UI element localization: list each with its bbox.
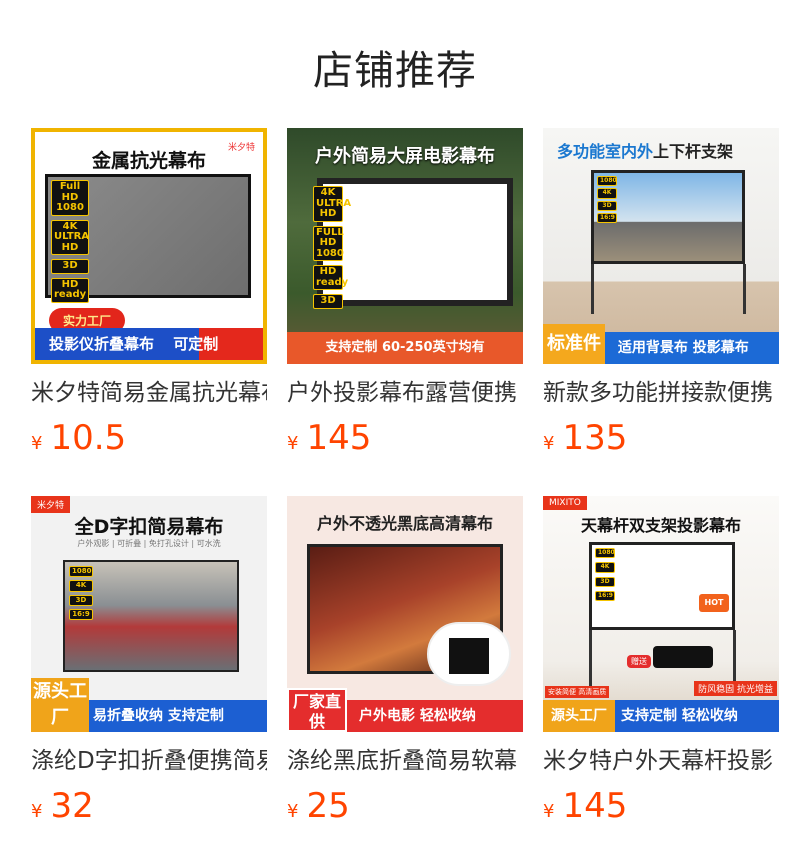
image-tag-right: 防风稳固 抗光增益 [694,681,777,696]
image-corner-brand: MIXITO [543,496,587,510]
product-price: ¥25 [287,786,523,832]
product-card[interactable]: 户外不透光黑底高清幕布 户外电影 轻松收纳 厂家直供 涤纶黑底折叠简易软幕 ¥2… [287,496,523,832]
badge-stack: 1080 4K 3D 16:9 [595,548,615,605]
image-banner: 投影仪折叠幕布 可定制 [35,328,263,360]
image-headline: 天幕杆双支架投影幕布 [580,516,741,535]
banner-right: 可定制 [173,335,219,353]
image-headline: 多功能室内外上下杆支架 [543,138,779,162]
product-name[interactable]: 米夕特户外天幕杆投影 [543,746,779,776]
currency-symbol: ¥ [543,433,555,454]
image-tag-left: 安装简便 高清画质 [545,686,610,698]
product-name[interactable]: 涤纶黑底折叠简易软幕 [287,746,523,776]
badge-stack: 4K ULTRA HD FULL HD 1080 HD ready 3D [313,186,351,313]
product-image[interactable]: 户外不透光黑底高清幕布 户外电影 轻松收纳 厂家直供 [287,496,523,732]
badge: 4K ULTRA HD [313,186,351,222]
badge: 1080 [595,548,615,559]
badge: Full HD 1080 [51,180,89,216]
badge: 4K [595,562,615,573]
badge: HD ready [313,265,348,290]
product-image[interactable]: 金属抗光幕布 米夕特 Full HD 1080 4K ULTRA HD 3D H… [31,128,267,364]
image-headline: 户外不透光黑底高清幕布 [316,514,493,533]
product-card[interactable]: 金属抗光幕布 米夕特 Full HD 1080 4K ULTRA HD 3D H… [31,128,267,464]
image-banner: 标准件 适用背景布 投影幕布 [543,324,779,364]
headline-blue: 多功能室内外 [557,142,654,161]
badge: 16:9 [69,609,93,621]
badge: 4K ULTRA HD [51,219,89,255]
image-brand: 米夕特 [227,143,255,153]
badge: 4K [597,188,617,199]
badge: 3D [313,294,343,309]
badge: 16:9 [595,590,615,602]
product-card[interactable]: MIXITO 天幕杆双支架投影幕布 1080 4K 3D 16:9 HOT 赠送… [543,496,779,832]
stand-leg [743,264,746,314]
product-image[interactable]: MIXITO 天幕杆双支架投影幕布 1080 4K 3D 16:9 HOT 赠送… [543,496,779,732]
image-label: 标准件 [543,324,605,364]
badge: 3D [595,576,615,587]
product-price: ¥10.5 [31,418,267,464]
banner-left: 投影仪折叠幕布 [49,335,155,353]
hot-icon: HOT [699,594,729,612]
badge: 16:9 [597,212,617,224]
badge-stack: 1080 4K 3D 16:9 [597,176,617,225]
image-corner-brand: 米夕特 [31,496,71,513]
product-image[interactable]: 多功能室内外上下杆支架 1080 4K 3D 16:9 标准件 适用背景布 投影… [543,128,779,364]
image-source-label: 源头工厂 [31,678,89,732]
badge: 1080 [597,176,617,187]
price-value: 135 [562,418,628,458]
headline-dark: 上下杆支架 [653,142,734,161]
product-name[interactable]: 新款多功能拼接款便携 [543,378,779,408]
product-price: ¥145 [287,418,523,464]
badge-stack: Full HD 1080 4K ULTRA HD 3D HD ready [51,180,89,307]
currency-symbol: ¥ [287,433,299,454]
product-card[interactable]: 米夕特 全D字扣简易幕布 户外观影 | 可折叠 | 免打孔设计 | 可水洗 10… [31,496,267,832]
image-source-label: 源头工厂 [543,700,615,732]
banner-text: 适用背景布 投影幕布 [617,340,749,356]
price-value: 145 [306,418,372,458]
product-price: ¥135 [543,418,779,464]
stand-leg [589,630,592,690]
image-headline: 户外简易大屏电影幕布 [315,146,495,167]
badge: 3D [51,259,89,274]
currency-symbol: ¥ [543,801,555,822]
badge: 3D [69,594,93,607]
price-value: 25 [306,786,350,826]
image-headline: 全D字扣简易幕布 [74,516,224,538]
product-price: ¥145 [543,786,779,832]
badge: 4K [69,580,93,592]
badge: 3D [597,200,617,211]
product-price: ¥32 [31,786,267,832]
price-value: 145 [562,786,628,826]
product-card[interactable]: 户外简易大屏电影幕布 4K ULTRA HD FULL HD 1080 HD r… [287,128,523,464]
product-name[interactable]: 涤纶D字扣折叠便携简易 [31,746,267,776]
price-value: 10.5 [50,418,127,458]
image-banner: 支持定制 60-250英寸均有 [287,332,523,364]
currency-symbol: ¥ [287,801,299,822]
gift-tag: 赠送 [627,655,651,668]
badge: 1080 [69,566,93,578]
product-name[interactable]: 米夕特简易金属抗光幕布 [31,378,267,408]
currency-symbol: ¥ [31,433,43,454]
product-card[interactable]: 多功能室内外上下杆支架 1080 4K 3D 16:9 标准件 适用背景布 投影… [543,128,779,464]
badge-stack: 1080 4K 3D 16:9 [69,566,93,623]
image-source-label: 厂家直供 [287,688,347,732]
stand-leg [591,264,594,314]
product-image[interactable]: 户外简易大屏电影幕布 4K ULTRA HD FULL HD 1080 HD r… [287,128,523,364]
badge: FULL HD 1080 [313,225,344,261]
carry-case-graphic [653,646,713,668]
product-name[interactable]: 户外投影幕布露营便携 [287,378,523,408]
currency-symbol: ¥ [31,801,43,822]
image-subtitle: 户外观影 | 可折叠 | 免打孔设计 | 可水洗 [77,539,221,548]
badge: HD ready [51,277,89,303]
storage-bag-graphic [427,622,511,686]
section-title: 店铺推荐 [313,48,477,94]
product-image[interactable]: 米夕特 全D字扣简易幕布 户外观影 | 可折叠 | 免打孔设计 | 可水洗 10… [31,496,267,732]
price-value: 32 [50,786,94,826]
